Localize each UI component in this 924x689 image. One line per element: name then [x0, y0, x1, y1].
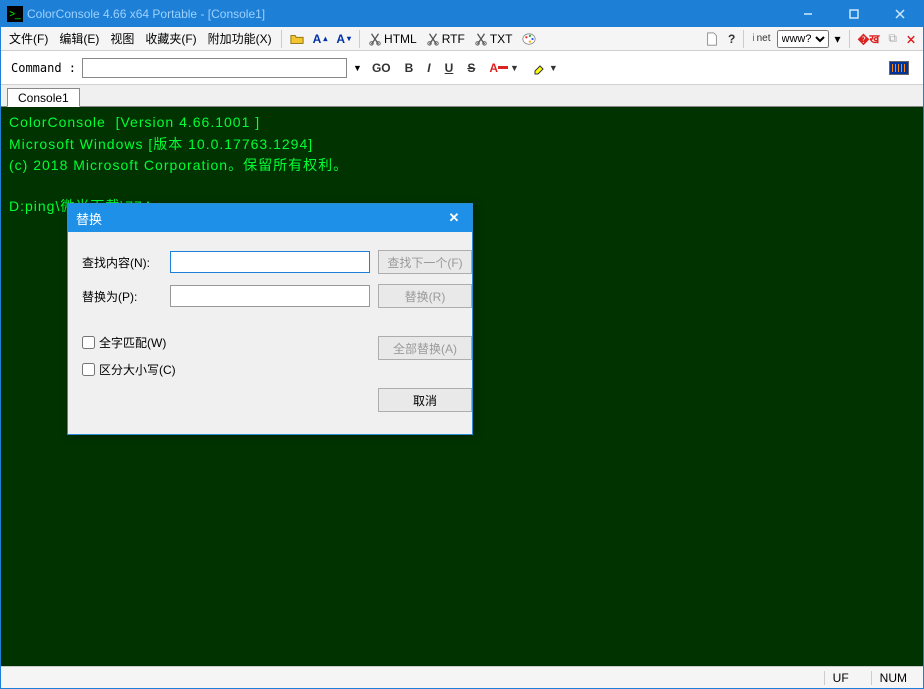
- command-label: Command :: [11, 61, 76, 75]
- highlight-button[interactable]: ▼: [529, 59, 562, 77]
- console-line: Microsoft Windows [版本 10.0.17763.1294]: [9, 136, 313, 152]
- menubar: 文件(F) 编辑(E) 视图 收藏夹(F) 附加功能(X) A▴ A▾ HTML…: [1, 27, 923, 51]
- tab-console1[interactable]: Console1: [7, 88, 80, 107]
- replace-label: 替换为(P):: [82, 288, 162, 305]
- window-buttons: [785, 1, 923, 27]
- html-label: HTML: [384, 32, 417, 46]
- status-uf: UF: [824, 671, 857, 685]
- match-case-checkbox[interactable]: 区分大小写(C): [82, 361, 370, 378]
- separator: [281, 30, 282, 48]
- window-title: ColorConsole 4.66 x64 Portable - [Consol…: [27, 7, 785, 21]
- whole-word-checkbox[interactable]: 全字匹配(W): [82, 334, 370, 351]
- strike-button[interactable]: S: [463, 59, 479, 77]
- minimize-button[interactable]: [785, 1, 831, 27]
- separator: [359, 30, 360, 48]
- find-next-button[interactable]: 查找下一个(F): [378, 250, 472, 274]
- menu-edit[interactable]: 编辑(E): [55, 28, 103, 49]
- inet-icon[interactable]: inet: [749, 32, 773, 45]
- cancel-button[interactable]: 取消: [378, 388, 472, 412]
- close-tab-red-icon[interactable]: �ख: [855, 29, 883, 48]
- www-select[interactable]: www?: [777, 30, 829, 48]
- palette-icon[interactable]: [519, 31, 539, 47]
- dialog-titlebar: 替换 ✕: [68, 204, 472, 232]
- go-button[interactable]: GO: [368, 59, 395, 77]
- titlebar: >_ ColorConsole 4.66 x64 Portable - [Con…: [1, 1, 923, 27]
- whole-word-label: 全字匹配(W): [99, 334, 166, 351]
- keyboard-icon[interactable]: [885, 59, 913, 77]
- replace-button[interactable]: 替换(R): [378, 284, 472, 308]
- menu-file[interactable]: 文件(F): [5, 28, 52, 49]
- statusbar: UF NUM: [1, 666, 923, 688]
- app-icon: >_: [7, 6, 23, 22]
- cut-rtf-icon[interactable]: RTF: [423, 31, 468, 47]
- font-smaller-icon[interactable]: A▾: [333, 31, 354, 47]
- console-line: (c) 2018 Microsoft Corporation。保留所有权利。: [9, 157, 348, 173]
- menu-extras[interactable]: 附加功能(X): [204, 28, 276, 49]
- dialog-checkboxes: 全字匹配(W) 区分大小写(C): [82, 334, 370, 378]
- find-label: 查找内容(N):: [82, 254, 162, 271]
- open-icon[interactable]: [287, 31, 307, 47]
- replace-input[interactable]: [170, 285, 370, 307]
- italic-button[interactable]: I: [423, 59, 434, 77]
- command-input[interactable]: [82, 58, 347, 78]
- menu-favorites[interactable]: 收藏夹(F): [141, 28, 200, 49]
- underline-button[interactable]: U: [441, 59, 458, 77]
- find-input[interactable]: [170, 251, 370, 273]
- separator: [849, 30, 850, 48]
- cut-html-icon[interactable]: HTML: [365, 31, 420, 47]
- tabbar: Console1: [1, 85, 923, 107]
- replace-all-button[interactable]: 全部替换(A): [378, 336, 472, 360]
- menu-view[interactable]: 视图: [106, 28, 138, 49]
- copy-tab-icon[interactable]: ⧉: [885, 30, 900, 47]
- console-line: ColorConsole [Version 4.66.1001 ]: [9, 114, 260, 130]
- dialog-title: 替换: [76, 209, 102, 228]
- match-case-label: 区分大小写(C): [99, 361, 176, 378]
- command-toolbar: Command : ▼ GO B I U S A▼ ▼: [1, 51, 923, 85]
- bold-button[interactable]: B: [401, 59, 418, 77]
- maximize-button[interactable]: [831, 1, 877, 27]
- cut-txt-icon[interactable]: TXT: [471, 31, 516, 47]
- separator: [743, 30, 744, 48]
- status-num: NUM: [871, 671, 915, 685]
- font-bigger-icon[interactable]: A▴: [310, 31, 331, 47]
- font-color-button[interactable]: A▼: [485, 59, 523, 77]
- txt-label: TXT: [490, 32, 513, 46]
- help-icon[interactable]: ?: [725, 31, 738, 47]
- dialog-close-icon[interactable]: ✕: [444, 210, 464, 226]
- replace-dialog: 替换 ✕ 查找内容(N): 查找下一个(F) 替换为(P): 替换(R) 全字匹…: [67, 203, 473, 435]
- chevron-down-icon[interactable]: ▾: [832, 31, 844, 47]
- new-doc-icon[interactable]: [702, 31, 722, 47]
- rtf-label: RTF: [442, 32, 465, 46]
- close-button[interactable]: [877, 1, 923, 27]
- close-tab-icon[interactable]: ⨯: [903, 31, 919, 47]
